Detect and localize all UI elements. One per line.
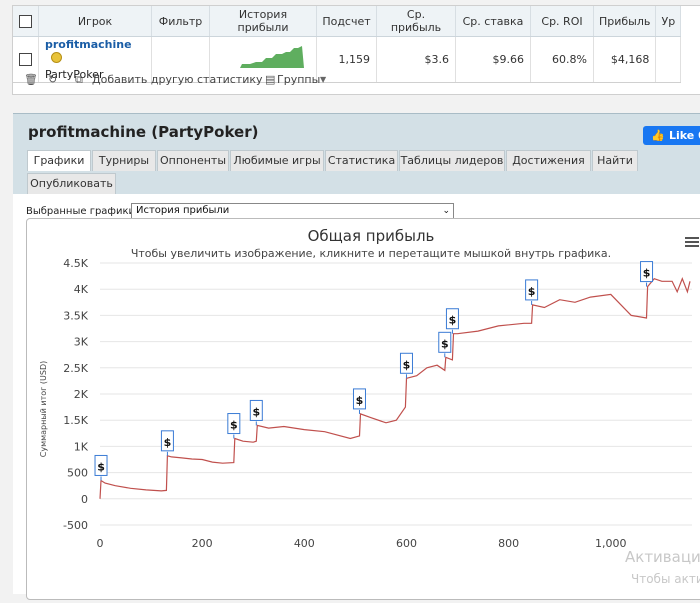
page-title: profitmachine (PartyPoker) xyxy=(28,123,259,141)
marker-label: $ xyxy=(164,436,172,449)
y-tick-label: 3.5K xyxy=(63,309,88,322)
stats-panel: Игрок Фильтр История прибыли Подсчет Ср.… xyxy=(12,5,700,95)
y-tick-label: 1K xyxy=(74,440,89,453)
groups-icon[interactable]: ▤ xyxy=(265,73,275,86)
deposit-marker: $ xyxy=(525,279,539,305)
x-tick-label: 400 xyxy=(294,537,315,550)
context-menu-icon[interactable] xyxy=(685,237,699,247)
deposit-marker: $ xyxy=(352,388,366,414)
marker-label: $ xyxy=(97,460,105,473)
table-toolbar: 🗑 ↻ ⧉ Добавить другую статистику ▤ Групп… xyxy=(13,70,700,90)
column-header[interactable]: Прибыль xyxy=(593,6,657,37)
deposit-marker: $ xyxy=(399,352,413,379)
chevron-down-icon: ⌄ xyxy=(442,206,450,216)
deposit-marker: $ xyxy=(227,413,241,439)
profit-chart[interactable]: Общая прибыль Чтобы увеличить изображени… xyxy=(27,219,700,599)
column-header[interactable]: Ср. прибыль xyxy=(376,6,456,37)
x-tick-label: 1,000 xyxy=(595,537,627,550)
award-icon xyxy=(51,52,62,63)
trash-icon[interactable]: 🗑 xyxy=(24,73,38,86)
column-header[interactable]: Фильтр xyxy=(151,6,210,37)
chart-subtitle: Чтобы увеличить изображение, кликните и … xyxy=(131,247,611,260)
row-checkbox[interactable] xyxy=(19,53,32,67)
deposit-marker: $ xyxy=(94,454,108,481)
tab-find[interactable]: Найти xyxy=(592,150,638,171)
x-tick-label: 200 xyxy=(192,537,213,550)
y-axis-label: Суммарный итог (USD) xyxy=(39,361,48,458)
profit-sparkline xyxy=(240,46,304,68)
y-tick-label: 4K xyxy=(74,283,89,296)
deposit-marker: $ xyxy=(445,308,459,334)
chart-selector-label: Выбранные графики: xyxy=(26,206,139,217)
facebook-like-button[interactable]: 👍 Like 0 xyxy=(643,126,700,145)
y-tick-label: 3K xyxy=(74,336,89,349)
tab-favorite-games[interactable]: Любимые игры xyxy=(230,150,324,171)
x-tick-label: 0 xyxy=(97,537,104,550)
tab-charts[interactable]: Графики xyxy=(27,150,91,171)
thumbs-up-icon: 👍 xyxy=(651,129,665,142)
watermark-line-2: Чтобы активи xyxy=(631,572,700,586)
x-tick-label: 600 xyxy=(396,537,417,550)
tab-statistics[interactable]: Статистика xyxy=(325,150,398,171)
marker-label: $ xyxy=(441,337,449,350)
y-tick-label: 1.5K xyxy=(63,414,88,427)
chart-selector[interactable]: История прибыли ⌄ xyxy=(131,203,454,219)
chart-title: Общая прибыль xyxy=(308,227,435,245)
chart-selector-value: История прибыли xyxy=(136,205,230,216)
marker-label: $ xyxy=(403,358,411,371)
y-tick-label: 500 xyxy=(67,467,88,480)
marker-label: $ xyxy=(643,267,651,280)
deposit-marker: $ xyxy=(160,430,174,456)
marker-label: $ xyxy=(528,285,536,298)
groups-dropdown[interactable]: Группы xyxy=(277,73,320,86)
column-header[interactable]: Ур xyxy=(655,6,682,37)
select-all-header[interactable] xyxy=(13,6,39,37)
watermark-line-1: Активация xyxy=(625,548,700,566)
y-tick-label: -500 xyxy=(63,519,88,532)
player-name-link[interactable]: profitmachine xyxy=(45,38,132,51)
table-header-row: Игрок Фильтр История прибыли Подсчет Ср.… xyxy=(13,6,682,37)
column-header[interactable]: Игрок xyxy=(38,6,152,37)
y-tick-label: 2K xyxy=(74,388,89,401)
select-all-checkbox[interactable] xyxy=(19,14,32,28)
y-tick-label: 0 xyxy=(81,493,88,506)
tab-publish[interactable]: Опубликовать xyxy=(27,173,116,194)
marker-label: $ xyxy=(449,314,457,327)
marker-label: $ xyxy=(252,405,260,418)
tab-opponents[interactable]: Оппоненты xyxy=(157,150,229,171)
column-header[interactable]: Подсчет xyxy=(316,6,377,37)
marker-label: $ xyxy=(356,394,364,407)
profit-line xyxy=(99,277,691,499)
chevron-down-icon[interactable]: ▼ xyxy=(320,75,326,84)
column-header[interactable]: Ср. ROI xyxy=(530,6,594,37)
tab-tournaments[interactable]: Турниры xyxy=(92,150,156,171)
add-stat-link[interactable]: Добавить другую статистику xyxy=(92,73,263,86)
x-tick-label: 800 xyxy=(498,537,519,550)
deposit-marker: $ xyxy=(438,331,452,358)
y-tick-label: 2.5K xyxy=(63,362,88,375)
column-header[interactable]: История прибыли xyxy=(209,6,317,37)
player-panel: profitmachine (PartyPoker) 👍 Like 0 Граф… xyxy=(13,113,700,600)
tab-achievements[interactable]: Достижения xyxy=(506,150,591,171)
refresh-icon[interactable]: ↻ xyxy=(48,73,57,86)
fb-like-label: Like 0 xyxy=(669,129,700,142)
tab-leaderboards[interactable]: Таблицы лидеров xyxy=(399,150,505,171)
deposit-marker: $ xyxy=(249,399,263,426)
marker-label: $ xyxy=(230,419,238,432)
chart-container[interactable]: Общая прибыль Чтобы увеличить изображени… xyxy=(26,218,700,600)
y-tick-label: 4.5K xyxy=(63,257,88,270)
column-header[interactable]: Ср. ставка xyxy=(455,6,531,37)
add-stat-icon[interactable]: ⧉ xyxy=(75,73,83,87)
